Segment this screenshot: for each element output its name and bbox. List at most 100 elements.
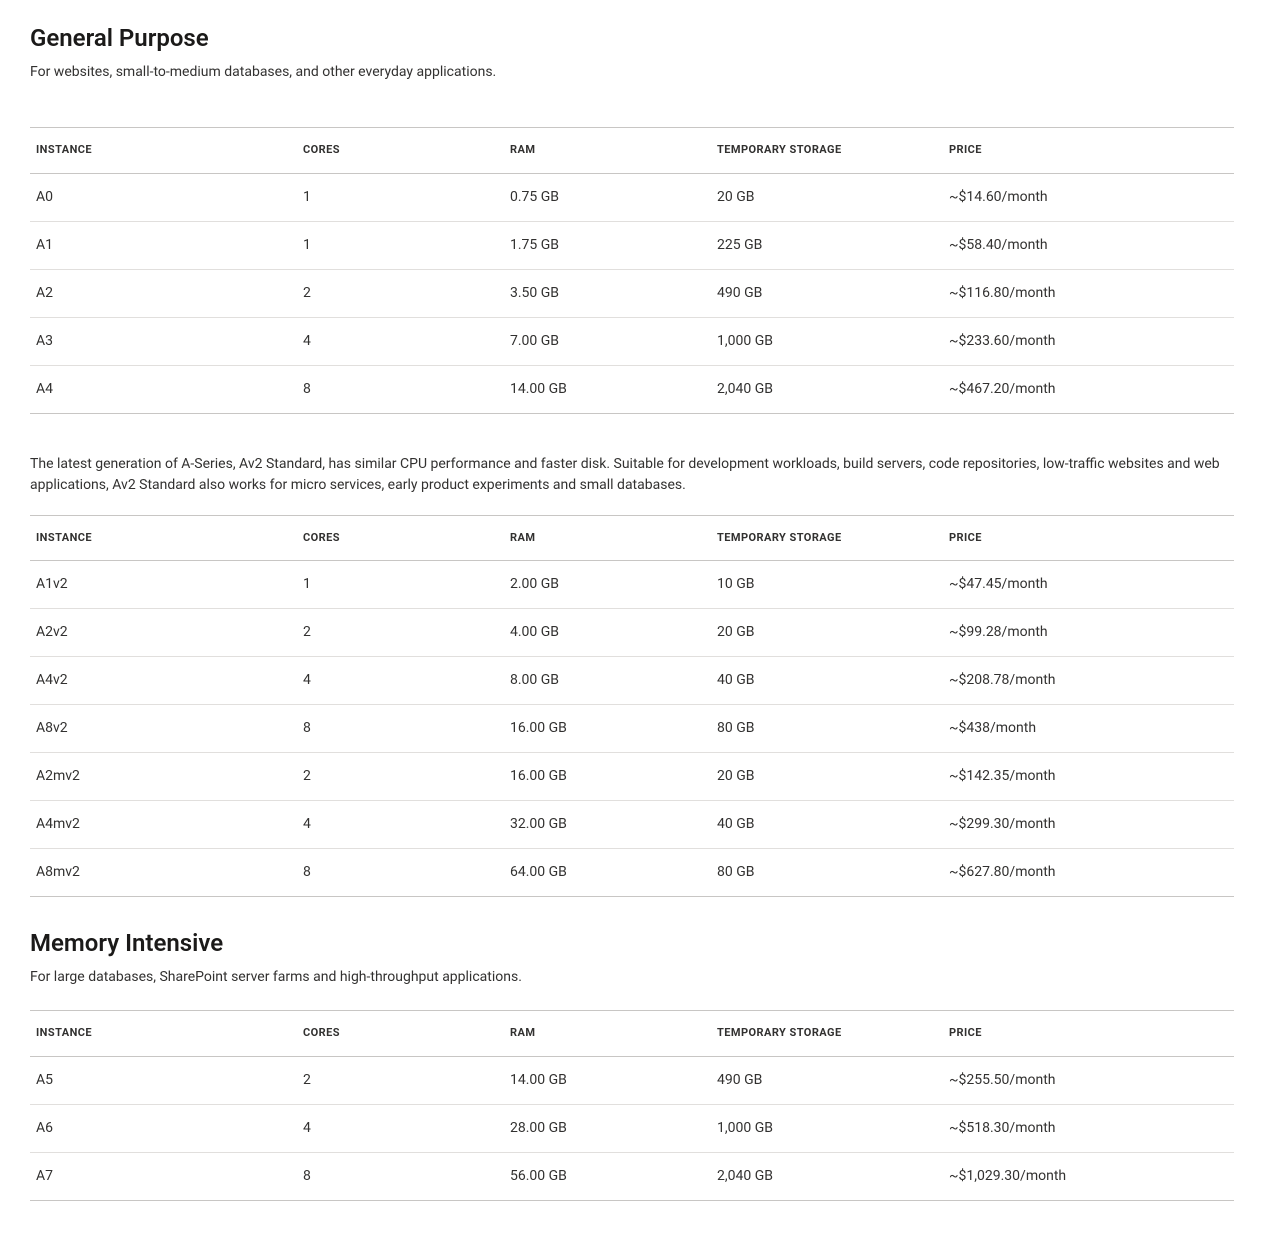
cell-ram: 16.00 GB [504, 705, 711, 753]
cell-ram: 32.00 GB [504, 801, 711, 849]
col-header-price: PRICE [943, 128, 1234, 174]
cell-cores: 1 [297, 221, 504, 269]
cell-price: ~$627.80/month [943, 849, 1234, 897]
table-row: A4v248.00 GB40 GB~$208.78/month [30, 657, 1234, 705]
cell-instance: A4mv2 [30, 801, 297, 849]
cell-storage: 490 GB [711, 1056, 943, 1104]
cell-instance: A1 [30, 221, 297, 269]
cell-ram: 14.00 GB [504, 365, 711, 413]
cell-cores: 1 [297, 173, 504, 221]
table-body: A5214.00 GB490 GB~$255.50/monthA6428.00 … [30, 1056, 1234, 1200]
cell-price: ~$255.50/month [943, 1056, 1234, 1104]
col-header-instance: INSTANCE [30, 128, 297, 174]
table-row: A7856.00 GB2,040 GB~$1,029.30/month [30, 1152, 1234, 1200]
col-header-ram: RAM [504, 515, 711, 561]
cell-storage: 80 GB [711, 705, 943, 753]
cell-price: ~$233.60/month [943, 317, 1234, 365]
table-row: A4mv2432.00 GB40 GB~$299.30/month [30, 801, 1234, 849]
cell-price: ~$58.40/month [943, 221, 1234, 269]
cell-instance: A4v2 [30, 657, 297, 705]
cell-cores: 8 [297, 1152, 504, 1200]
cell-price: ~$14.60/month [943, 173, 1234, 221]
col-header-cores: CORES [297, 128, 504, 174]
cell-storage: 20 GB [711, 173, 943, 221]
cell-cores: 4 [297, 801, 504, 849]
cell-cores: 8 [297, 705, 504, 753]
cell-price: ~$518.30/month [943, 1104, 1234, 1152]
table-row: A347.00 GB1,000 GB~$233.60/month [30, 317, 1234, 365]
col-header-instance: INSTANCE [30, 1011, 297, 1057]
section-description: For large databases, SharePoint server f… [30, 967, 1234, 988]
table-row: A5214.00 GB490 GB~$255.50/month [30, 1056, 1234, 1104]
table-row: A1v212.00 GB10 GB~$47.45/month [30, 561, 1234, 609]
cell-instance: A5 [30, 1056, 297, 1104]
cell-ram: 28.00 GB [504, 1104, 711, 1152]
cell-storage: 40 GB [711, 657, 943, 705]
cell-price: ~$142.35/month [943, 753, 1234, 801]
cell-cores: 4 [297, 1104, 504, 1152]
cell-storage: 20 GB [711, 609, 943, 657]
cell-ram: 64.00 GB [504, 849, 711, 897]
cell-storage: 1,000 GB [711, 1104, 943, 1152]
pricing-table-general-a: INSTANCE CORES RAM TEMPORARY STORAGE PRI… [30, 127, 1234, 414]
cell-storage: 20 GB [711, 753, 943, 801]
cell-ram: 1.75 GB [504, 221, 711, 269]
table-row: A4814.00 GB2,040 GB~$467.20/month [30, 365, 1234, 413]
table-row: A223.50 GB490 GB~$116.80/month [30, 269, 1234, 317]
col-header-price: PRICE [943, 1011, 1234, 1057]
col-header-price: PRICE [943, 515, 1234, 561]
cell-cores: 8 [297, 365, 504, 413]
cell-storage: 2,040 GB [711, 1152, 943, 1200]
cell-price: ~$208.78/month [943, 657, 1234, 705]
table-row: A2mv2216.00 GB20 GB~$142.35/month [30, 753, 1234, 801]
cell-storage: 1,000 GB [711, 317, 943, 365]
table-body: A1v212.00 GB10 GB~$47.45/monthA2v224.00 … [30, 561, 1234, 897]
col-header-storage: TEMPORARY STORAGE [711, 515, 943, 561]
col-header-ram: RAM [504, 1011, 711, 1057]
section-title: General Purpose [30, 20, 1234, 56]
cell-price: ~$438/month [943, 705, 1234, 753]
cell-ram: 4.00 GB [504, 609, 711, 657]
cell-ram: 14.00 GB [504, 1056, 711, 1104]
pricing-table-general-av2: INSTANCE CORES RAM TEMPORARY STORAGE PRI… [30, 515, 1234, 898]
cell-cores: 2 [297, 753, 504, 801]
table-row: A6428.00 GB1,000 GB~$518.30/month [30, 1104, 1234, 1152]
cell-price: ~$299.30/month [943, 801, 1234, 849]
cell-ram: 0.75 GB [504, 173, 711, 221]
cell-storage: 80 GB [711, 849, 943, 897]
cell-cores: 4 [297, 657, 504, 705]
cell-price: ~$467.20/month [943, 365, 1234, 413]
cell-storage: 40 GB [711, 801, 943, 849]
cell-price: ~$1,029.30/month [943, 1152, 1234, 1200]
section-description: For websites, small-to-medium databases,… [30, 62, 1234, 83]
cell-instance: A8v2 [30, 705, 297, 753]
cell-ram: 2.00 GB [504, 561, 711, 609]
table-header-row: INSTANCE CORES RAM TEMPORARY STORAGE PRI… [30, 515, 1234, 561]
pricing-page: General Purpose For websites, small-to-m… [0, 0, 1264, 1241]
table-row: A8mv2864.00 GB80 GB~$627.80/month [30, 849, 1234, 897]
cell-cores: 1 [297, 561, 504, 609]
cell-instance: A4 [30, 365, 297, 413]
cell-storage: 490 GB [711, 269, 943, 317]
cell-instance: A3 [30, 317, 297, 365]
table-body: A010.75 GB20 GB~$14.60/monthA111.75 GB22… [30, 173, 1234, 413]
cell-price: ~$47.45/month [943, 561, 1234, 609]
cell-instance: A2mv2 [30, 753, 297, 801]
col-header-cores: CORES [297, 515, 504, 561]
col-header-instance: INSTANCE [30, 515, 297, 561]
table-header-row: INSTANCE CORES RAM TEMPORARY STORAGE PRI… [30, 1011, 1234, 1057]
cell-ram: 16.00 GB [504, 753, 711, 801]
cell-instance: A6 [30, 1104, 297, 1152]
cell-instance: A7 [30, 1152, 297, 1200]
cell-instance: A0 [30, 173, 297, 221]
cell-instance: A1v2 [30, 561, 297, 609]
table-row: A2v224.00 GB20 GB~$99.28/month [30, 609, 1234, 657]
cell-ram: 8.00 GB [504, 657, 711, 705]
col-header-storage: TEMPORARY STORAGE [711, 128, 943, 174]
cell-instance: A8mv2 [30, 849, 297, 897]
cell-storage: 225 GB [711, 221, 943, 269]
pricing-table-memory: INSTANCE CORES RAM TEMPORARY STORAGE PRI… [30, 1010, 1234, 1201]
cell-cores: 2 [297, 1056, 504, 1104]
table-row: A010.75 GB20 GB~$14.60/month [30, 173, 1234, 221]
table-header-row: INSTANCE CORES RAM TEMPORARY STORAGE PRI… [30, 128, 1234, 174]
